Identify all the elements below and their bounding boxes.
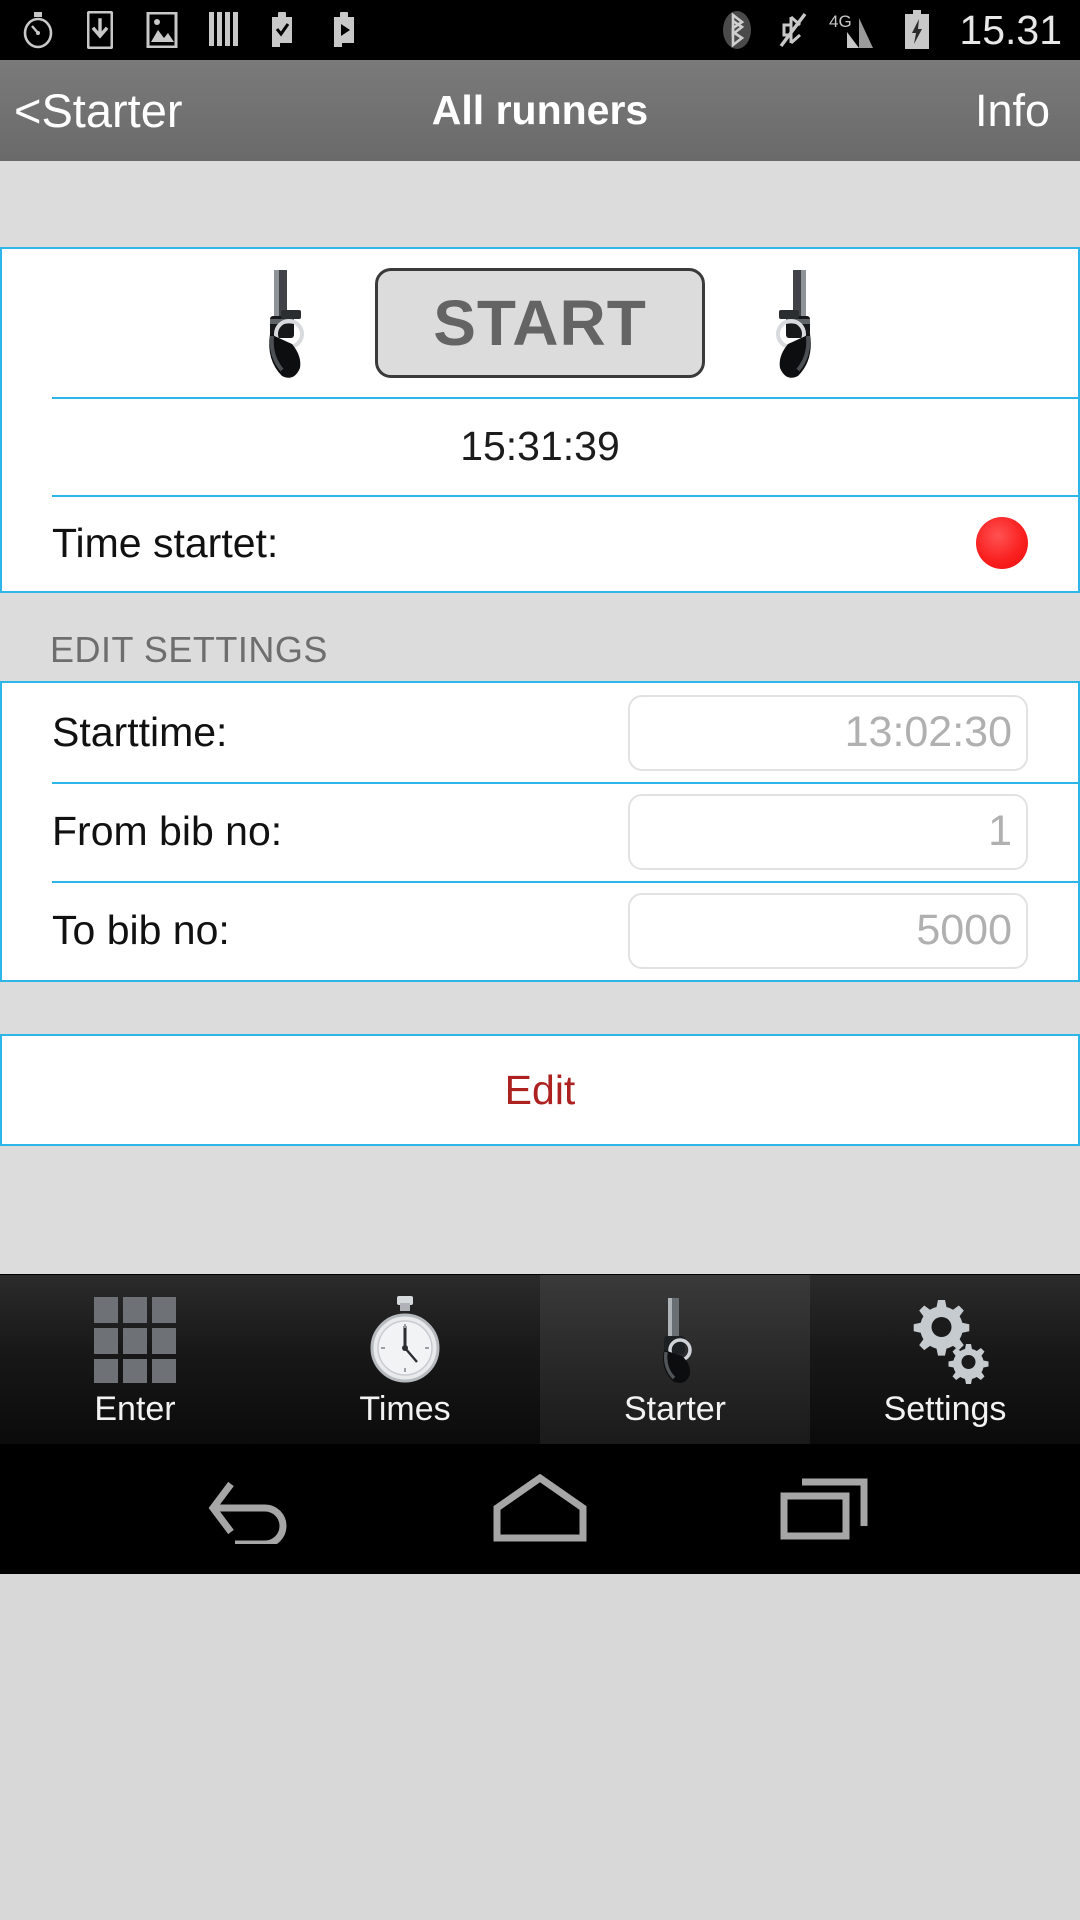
tab-times-label: Times — [359, 1389, 451, 1428]
start-panel: START 15:31:39 Time startet: — [0, 247, 1080, 593]
grid-icon — [92, 1294, 178, 1386]
bookmarks-icon — [204, 10, 244, 50]
bluetooth-icon — [717, 10, 757, 50]
download-icon — [80, 10, 120, 50]
tab-times[interactable]: Times — [270, 1275, 540, 1444]
bottom-spacer — [0, 1146, 1080, 1274]
edit-button-panel: Edit — [0, 1034, 1080, 1146]
start-row: START — [2, 249, 1078, 397]
time-started-label: Time startet: — [52, 519, 279, 566]
to-bib-row: To bib no: 5000 — [2, 881, 1078, 980]
image-icon — [142, 10, 182, 50]
status-badge — [976, 517, 1028, 569]
starttime-input[interactable]: 13:02:30 — [628, 694, 1028, 771]
to-bib-label: To bib no: — [52, 907, 230, 953]
navigation-bar: <Starter All runners Info — [0, 60, 1080, 161]
content-area: START 15:31:39 Time startet: EDIT SETTIN… — [0, 161, 1080, 1274]
pistol-icon — [632, 1294, 718, 1386]
stopwatch-icon — [364, 1294, 446, 1386]
edit-button-label: Edit — [504, 1066, 576, 1113]
gears-icon — [900, 1294, 990, 1386]
from-bib-row: From bib no: 1 — [2, 782, 1078, 881]
status-bar-clock: 15.31 — [959, 6, 1062, 53]
clipboard-play-icon — [328, 10, 368, 50]
revolver-icon — [731, 263, 851, 383]
status-bar-right-icons: 4G 15.31 — [717, 6, 1062, 53]
starttime-label: Starttime: — [52, 709, 228, 755]
edit-settings-header: EDIT SETTINGS — [0, 593, 1080, 681]
status-bar: 4G 15.31 — [0, 0, 1080, 60]
edit-button[interactable]: Edit — [2, 1036, 1078, 1144]
time-started-row: Time startet: — [2, 495, 1078, 591]
start-button[interactable]: START — [375, 268, 705, 378]
starttime-row: Starttime: 13:02:30 — [2, 683, 1078, 782]
current-time-value: 15:31:39 — [460, 422, 620, 469]
battery-charging-icon — [897, 10, 937, 50]
android-navigation-bar — [0, 1444, 1080, 1574]
recents-icon[interactable] — [762, 1459, 892, 1559]
edit-settings-panel: Starttime: 13:02:30 From bib no: 1 To bi… — [0, 681, 1080, 982]
clipboard-check-icon — [266, 10, 306, 50]
status-bar-left-icons — [18, 10, 368, 50]
mid-spacer — [0, 982, 1080, 1034]
tab-settings[interactable]: Settings — [810, 1275, 1080, 1444]
app-screen: 4G 15.31 <Starter All runners Info START… — [0, 0, 1080, 1920]
4g-signal-icon: 4G — [829, 10, 881, 50]
home-icon[interactable] — [475, 1459, 605, 1559]
stopwatch-icon — [18, 10, 58, 50]
revolver-icon — [229, 263, 349, 383]
mute-icon — [773, 10, 813, 50]
tab-bar: Enter Times Starter Settings — [0, 1274, 1080, 1444]
back-icon[interactable] — [188, 1459, 318, 1559]
from-bib-input[interactable]: 1 — [628, 793, 1028, 870]
tab-starter-label: Starter — [623, 1389, 727, 1428]
tab-settings-label: Settings — [883, 1389, 1007, 1428]
top-spacer — [0, 161, 1080, 247]
from-bib-label: From bib no: — [52, 808, 283, 854]
info-button[interactable]: Info — [975, 85, 1080, 137]
tab-starter[interactable]: Starter — [540, 1275, 810, 1444]
to-bib-input[interactable]: 5000 — [628, 892, 1028, 969]
back-button[interactable]: <Starter — [0, 87, 183, 134]
tab-enter-label: Enter — [94, 1389, 176, 1428]
tab-enter[interactable]: Enter — [0, 1275, 270, 1444]
current-time-row: 15:31:39 — [2, 397, 1078, 495]
svg-text:4G: 4G — [829, 12, 852, 31]
